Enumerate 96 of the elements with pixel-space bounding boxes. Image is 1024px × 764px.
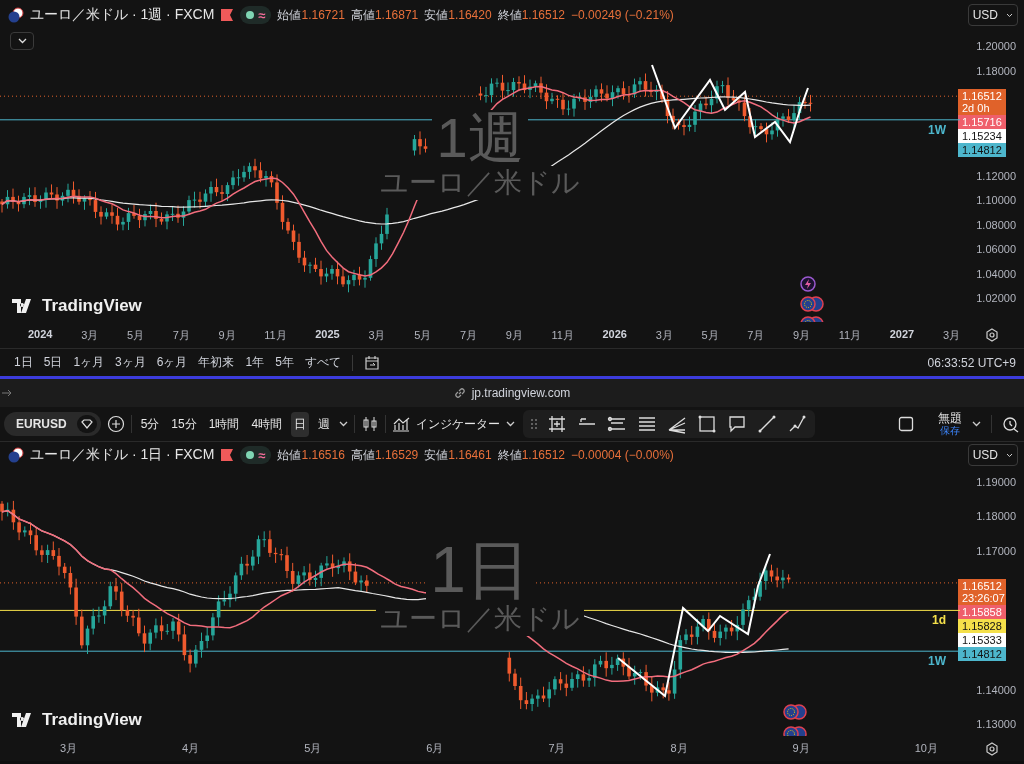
price-axis-label: 1.19000 [976, 476, 1016, 488]
range-button[interactable]: 1日 [14, 354, 33, 371]
time-axis-label: 9月 [792, 327, 811, 343]
indicators-button[interactable]: インジケーター [392, 415, 501, 433]
price-change: −0.00004 (−0.00%) [571, 448, 674, 462]
range-button[interactable]: 5日 [43, 354, 63, 371]
time-axis-label: 3月 [60, 741, 78, 756]
level-label: 1W [928, 123, 946, 137]
price-tag: 1.14812 [958, 647, 1006, 662]
layout-name[interactable]: 無題 [938, 411, 962, 426]
save-status: 保存 [940, 425, 960, 437]
time-axis-label: 5月 [701, 327, 719, 343]
symbol-title[interactable]: ユーロ／米ドル · 1日 · FXCM [30, 446, 215, 464]
price-axis-label: 1.18000 [976, 64, 1016, 77]
price-axis-label: 1.13000 [976, 717, 1016, 730]
time-axis-label: 2025 [315, 327, 340, 342]
ohlc-label: 終値1.16512 [497, 6, 566, 24]
level-label: 1d [932, 613, 946, 627]
range-button[interactable]: すべて [304, 354, 341, 371]
price-tag: 1.15234 [958, 129, 1006, 143]
ohlc-label: 始値1.16516 [277, 446, 345, 464]
price-tag: 1.15858 [958, 605, 1006, 620]
currency-dropdown[interactable]: USD [967, 444, 1018, 466]
range-button[interactable]: 5年 [275, 354, 294, 371]
time-axis-label: 2024 [28, 327, 53, 342]
status-symbol: ≈ [258, 447, 266, 463]
price-tag: 1.14812 [958, 143, 1006, 157]
watermark-name: ユーロ／米ドル [376, 602, 584, 636]
symbol-button[interactable]: EURUSD [4, 412, 101, 436]
interval-button[interactable]: 4時間 [248, 411, 286, 437]
interval-button[interactable]: 15分 [168, 411, 200, 437]
time-axis-label: 5月 [126, 327, 144, 343]
price-axis-label: 1.12000 [976, 169, 1016, 182]
time-axis-label: 7月 [747, 327, 765, 343]
ohlc-label: 始値1.16721 [277, 6, 345, 24]
currency-dropdown[interactable]: USD [967, 4, 1018, 26]
time-axis-label: 2026 [602, 327, 627, 342]
price-axis-label: 1.08000 [976, 218, 1016, 231]
price-axis-label: 1.18000 [976, 510, 1016, 523]
price-axis-label: 1.17000 [976, 544, 1016, 557]
range-button[interactable]: 年初来 [198, 354, 235, 371]
url-text[interactable]: jp.tradingview.com [471, 386, 571, 400]
level-label: 1W [928, 654, 946, 668]
interval-button[interactable]: 5分 [137, 411, 163, 437]
time-axis-label: 10月 [914, 741, 938, 756]
price-tag: 1.16512 2d 0h [958, 89, 1006, 115]
ohlc-label: 高値1.16529 [350, 446, 419, 464]
interval-button[interactable]: 日 [291, 411, 310, 437]
interval-button[interactable]: 1時間 [205, 411, 243, 437]
time-axis-label: 11月 [264, 327, 287, 343]
interval-button[interactable]: 週 [315, 411, 334, 437]
market-status-pill[interactable]: ≈ [240, 6, 272, 24]
price-tag: 1.15716 [958, 115, 1006, 129]
time-axis-label: 3月 [81, 327, 99, 343]
price-axis-label: 1.06000 [976, 243, 1016, 255]
price-tag: 1.16512 23:26:07 [958, 579, 1006, 606]
status-symbol: ≈ [258, 7, 266, 23]
ohlc-label: 安値1.16420 [424, 6, 492, 24]
range-button[interactable]: 1年 [245, 354, 265, 371]
ohlc-label: 終値1.16512 [497, 446, 566, 464]
price-axis-label: 1.10000 [976, 194, 1016, 206]
time-axis-label: 11月 [838, 327, 862, 343]
time-axis-label: 6月 [426, 741, 444, 756]
time-axis-label: 3月 [368, 327, 386, 343]
time-axis-label: 9月 [505, 327, 523, 343]
logo-wordmark: TradingView [42, 710, 142, 730]
clock-text: 06:33:52 UTC+9 [927, 355, 1016, 370]
time-axis-label: 2027 [889, 327, 915, 342]
time-axis-label: 7月 [548, 741, 566, 756]
time-axis-label: 5月 [414, 327, 432, 343]
price-tag: 1.15333 [958, 633, 1006, 648]
price-change: −0.00249 (−0.21%) [571, 8, 674, 22]
price-tag: 1.15828 [958, 619, 1006, 634]
range-button[interactable]: 3ヶ月 [115, 354, 146, 371]
time-axis-label: 4月 [182, 741, 200, 756]
time-axis-label: 9月 [792, 741, 810, 756]
range-button[interactable]: 1ヶ月 [73, 354, 105, 371]
watermark-interval: 1週 [432, 110, 528, 166]
price-axis-label: 1.02000 [976, 292, 1016, 304]
ohlc-label: 高値1.16871 [350, 6, 419, 24]
price-axis-label: 1.14000 [976, 683, 1016, 696]
time-axis-label: 7月 [459, 327, 478, 343]
range-button[interactable]: 6ヶ月 [156, 354, 188, 371]
time-axis-label: 7月 [172, 327, 190, 343]
price-axis-label: 1.04000 [976, 267, 1016, 280]
time-axis-label: 9月 [218, 327, 236, 343]
time-axis-label: 3月 [942, 327, 960, 343]
market-status-pill[interactable]: ≈ [240, 446, 272, 464]
ohlc-label: 安値1.16461 [424, 446, 492, 464]
time-axis-label: 11月 [551, 327, 574, 343]
price-axis-label: 1.20000 [976, 40, 1016, 52]
logo-wordmark: TradingView [42, 296, 142, 316]
symbol-title[interactable]: ユーロ／米ドル · 1週 · FXCM [30, 6, 215, 24]
time-axis-label: 8月 [670, 741, 688, 756]
time-axis-label: 3月 [655, 327, 673, 343]
time-axis-label: 5月 [304, 741, 322, 756]
